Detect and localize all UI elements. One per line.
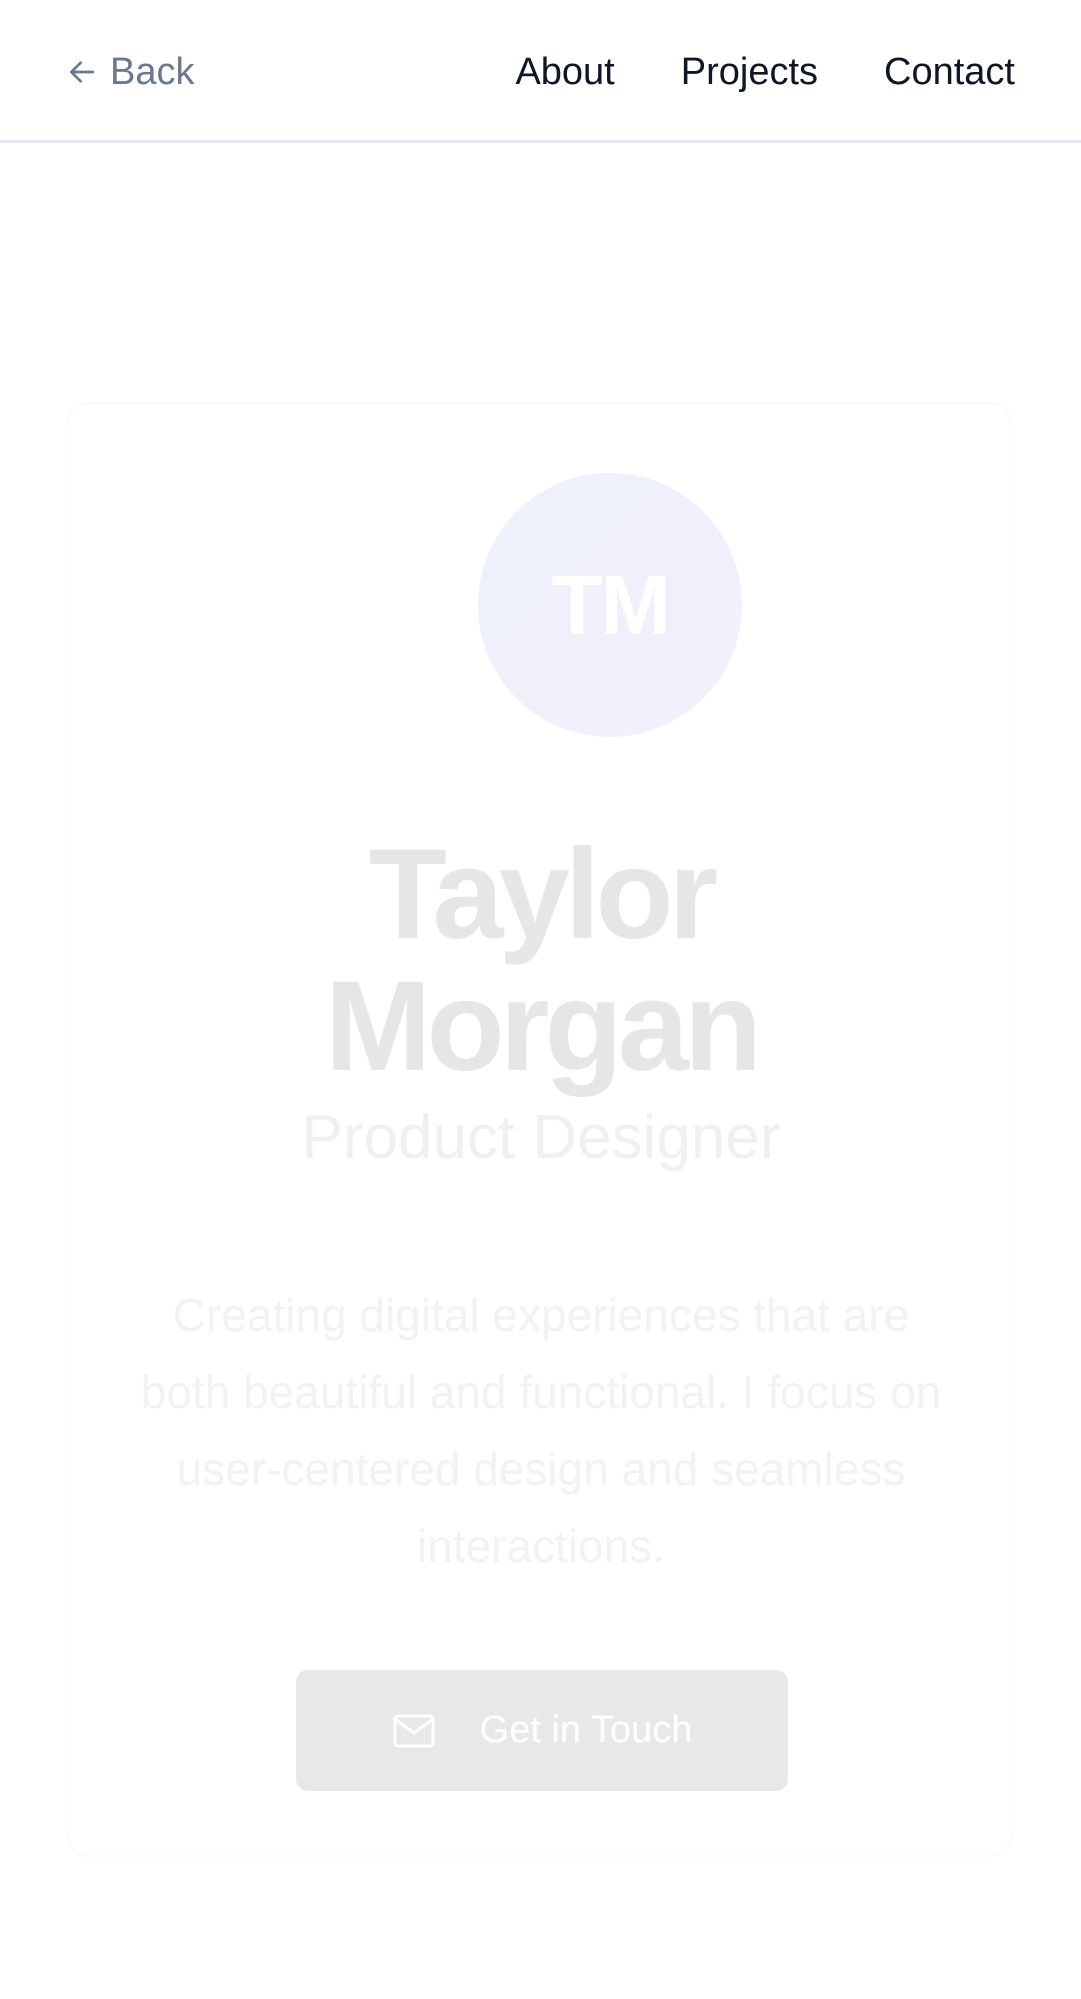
profile-name-last: Morgan xyxy=(324,955,762,1098)
profile-bio: Creating digital experiences that are bo… xyxy=(140,1289,942,1572)
back-label: Back xyxy=(110,50,195,93)
back-link[interactable]: Back xyxy=(66,44,194,100)
avatar-initials: TM xyxy=(551,557,670,652)
profile-name: Taylor Morgan xyxy=(68,829,1014,1093)
nav-link-projects[interactable]: Projects xyxy=(681,51,818,94)
profile-name-first: Taylor xyxy=(368,823,719,966)
get-in-touch-label: Get in Touch xyxy=(479,1709,693,1751)
avatar: TM xyxy=(478,473,742,737)
top-nav: Back About Projects Contact xyxy=(0,0,1081,143)
mail-icon xyxy=(393,1714,435,1747)
profile-role: Product Designer xyxy=(301,1103,781,1172)
nav-link-about[interactable]: About xyxy=(515,51,614,94)
nav-link-contact[interactable]: Contact xyxy=(884,51,1015,94)
profile-card: TM Taylor Morgan Product Designer Creati… xyxy=(66,402,1012,1857)
get-in-touch-button[interactable]: Get in Touch xyxy=(296,1670,788,1791)
arrow-left-icon xyxy=(70,61,94,83)
nav-links: About Projects Contact xyxy=(515,44,1015,100)
